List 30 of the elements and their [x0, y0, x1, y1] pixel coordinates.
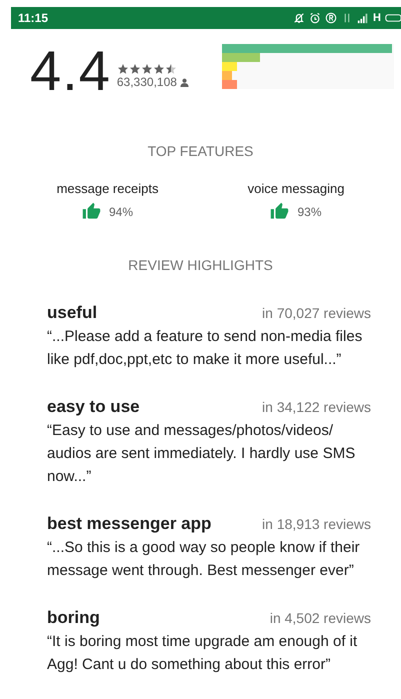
- battery-icon: [385, 13, 401, 23]
- review-count: in 70,027 reviews: [262, 305, 371, 321]
- review-quote: “...So this is a good way so people know if their message went through. Best messenger ever”: [47, 538, 361, 581]
- thumbs-up-icon: [270, 202, 290, 221]
- registered-icon: [325, 12, 338, 24]
- network-type: H: [373, 12, 381, 24]
- alarm-icon: [309, 12, 322, 24]
- signal-icon: [357, 12, 370, 24]
- review-quote: “Easy to use and messages/photos/videos/ audios are sent immediately. I hardly use SMS now...”: [47, 421, 356, 487]
- thumbs-up-icon: [82, 202, 101, 221]
- highlight-title: useful: [47, 303, 98, 323]
- section-heading: REVIEW HIGHLIGHTS: [127, 256, 274, 273]
- section-heading: TOP FEATURES: [146, 142, 254, 159]
- review-quote: “...Please add a feature to send non-media files like pdf,doc,ppt,etc to make it more useful...”: [47, 327, 364, 370]
- feature-percent: 93%: [297, 204, 322, 218]
- feature-percent: 94%: [108, 204, 134, 218]
- review-quote: “It is boring most time upgrade am enough of it Agg! Cant u do something about this error”: [47, 632, 358, 675]
- rating-count: 63,330,108: [116, 75, 177, 89]
- feature-name: message receipts: [56, 181, 158, 196]
- review-count: in 18,913 reviews: [262, 516, 371, 532]
- highlight-title: best messenger app: [47, 514, 212, 534]
- person-icon: [180, 78, 189, 86]
- feature-name: voice messaging: [248, 181, 344, 196]
- review-count: in 34,122 reviews: [262, 399, 371, 415]
- rating-score: 4.4: [30, 43, 111, 99]
- clock-time: 11:15: [18, 11, 48, 25]
- highlight-title: boring: [47, 608, 100, 628]
- review-count: in 4,502 reviews: [270, 610, 371, 626]
- bell-off-icon: [293, 12, 306, 24]
- highlight-title: easy to use: [47, 397, 140, 417]
